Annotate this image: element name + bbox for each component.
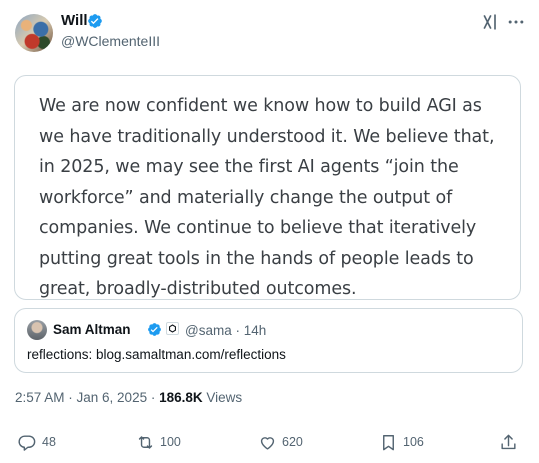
repost-count: 100 — [160, 435, 181, 449]
bookmark-button[interactable]: 106 — [379, 432, 424, 452]
author-handle[interactable]: @WClementeIII — [61, 33, 160, 49]
quoted-meta: @sama · 14h — [185, 323, 267, 338]
quoted-text-image[interactable]: We are now confident we know how to buil… — [14, 75, 521, 300]
verified-badge-icon — [88, 14, 102, 28]
quoted-text: reflections: blog.samaltman.com/reflecti… — [27, 347, 286, 362]
author-name[interactable]: Will — [61, 12, 88, 29]
more-horizontal-icon[interactable] — [506, 12, 526, 32]
share-button[interactable] — [499, 432, 523, 452]
reply-count: 48 — [42, 435, 56, 449]
post-timestamp[interactable]: 2:57 AM · Jan 6, 2025 · 186.8K Views — [15, 390, 242, 405]
author-avatar[interactable] — [15, 14, 53, 52]
bookmark-icon — [383, 434, 394, 450]
views-count: 186.8K — [159, 390, 203, 405]
like-button[interactable]: 620 — [258, 432, 303, 452]
repost-icon — [138, 435, 153, 449]
repost-button[interactable]: 100 — [136, 432, 181, 452]
views-label: Views — [202, 390, 243, 405]
quoted-post[interactable]: Sam Altman @sama · 14h reflections: blog… — [14, 308, 523, 373]
quoted-author-name: Sam Altman — [53, 322, 131, 337]
heart-icon — [260, 436, 275, 450]
quoted-author-avatar — [27, 320, 47, 340]
image-text: We are now confident we know how to buil… — [39, 96, 495, 299]
reply-button[interactable]: 48 — [18, 432, 56, 452]
grok-icon[interactable] — [480, 12, 500, 32]
affiliation-badge-icon — [166, 322, 179, 335]
quoted-verified-badge-icon — [148, 323, 161, 336]
post-time[interactable]: 2:57 AM · Jan 6, 2025 · — [15, 390, 159, 405]
reply-icon — [18, 434, 36, 451]
share-icon — [501, 434, 516, 449]
bookmark-count: 106 — [403, 435, 424, 449]
like-count: 620 — [282, 435, 303, 449]
